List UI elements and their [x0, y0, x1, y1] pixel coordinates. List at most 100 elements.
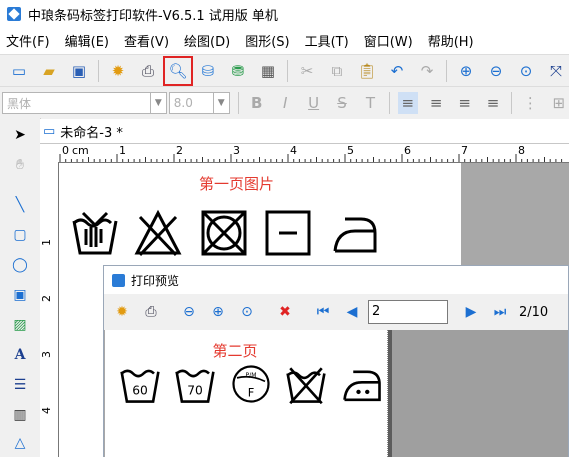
ruler-h-label: 2 — [176, 144, 183, 157]
align-center-icon[interactable]: ≡ — [426, 92, 446, 114]
text-tool-icon[interactable]: A — [9, 344, 31, 366]
save-icon[interactable]: ▣ — [68, 60, 90, 82]
menu-file[interactable]: 文件(F) — [6, 31, 50, 50]
menu-edit[interactable]: 编辑(E) — [65, 31, 109, 50]
app-logo-icon — [7, 7, 21, 21]
chevron-down-icon[interactable]: ▼ — [213, 92, 230, 114]
select-arrow-icon[interactable]: ➤ — [9, 124, 31, 146]
strikethrough-icon[interactable]: S — [332, 92, 352, 114]
zoom-out-icon[interactable]: ⊖ — [485, 60, 507, 82]
chevron-down-icon[interactable]: ▼ — [150, 92, 167, 114]
first-page-icon[interactable]: ⏮ — [312, 301, 334, 323]
window-title: 中琅条码标签打印软件-V6.5.1 试用版 单机 — [28, 8, 278, 24]
center-align-icon[interactable]: ⊞ — [549, 92, 569, 114]
zoom-in-icon[interactable]: ⊕ — [207, 301, 229, 323]
database-icon[interactable]: ⛁ — [197, 60, 219, 82]
barcode-tool-icon[interactable]: ▥ — [9, 404, 31, 426]
image-tool-icon[interactable]: ▣ — [9, 284, 31, 306]
washing-hand-icon[interactable] — [71, 209, 119, 257]
align-right-icon[interactable]: ≡ — [454, 92, 474, 114]
wash-70-icon: 70 — [175, 369, 215, 403]
distribute-icon[interactable]: ⋮ — [520, 92, 540, 114]
ruler-v-label: 3 — [40, 351, 53, 358]
zoom-out-icon[interactable]: ⊖ — [178, 301, 200, 323]
page-1-heading: 第一页图片 — [198, 175, 274, 193]
open-folder-icon[interactable]: ▰ — [38, 60, 60, 82]
preview-title: 打印预览 — [131, 273, 180, 288]
page-number-input[interactable]: 2 — [368, 300, 448, 324]
page-count: 2/10 — [519, 304, 549, 320]
menu-draw[interactable]: 绘图(D) — [184, 31, 230, 50]
document-tab-label: 未命名-3 * — [60, 125, 123, 141]
line-tool-icon[interactable]: ╲ — [9, 194, 31, 216]
page-border — [387, 330, 388, 457]
ruler-h-label: 5 — [347, 144, 354, 157]
ruler-h-label: 8 — [518, 144, 525, 157]
format-toolbar: 黑体 ▼ 8.0 ▼ B I U S T ≡ ≡ ≡ ≡ ⋮ ⊞ — [0, 86, 569, 120]
ruler-h-label: 1 — [119, 144, 126, 157]
toolbar-separator — [287, 60, 288, 82]
dry-flat-icon[interactable] — [264, 209, 312, 257]
ruler-v-label: 4 — [40, 407, 53, 414]
menu-tools[interactable]: 工具(T) — [305, 31, 349, 50]
toolbar-separator — [446, 60, 447, 82]
cut-icon[interactable]: ✂ — [296, 60, 318, 82]
database-settings-icon[interactable]: ⛃ — [227, 60, 249, 82]
new-document-icon[interactable]: ▭ — [8, 60, 30, 82]
text-style-icon[interactable]: T — [360, 92, 380, 114]
ruler-v-label: 1 — [40, 239, 53, 246]
menu-help[interactable]: 帮助(H) — [428, 31, 474, 50]
iron-medium-icon — [343, 370, 381, 402]
previous-page-icon[interactable]: ◀ — [341, 301, 363, 323]
align-justify-icon[interactable]: ≡ — [483, 92, 503, 114]
align-left-icon[interactable]: ≡ — [397, 92, 418, 114]
shape-tool-icon[interactable]: △ — [9, 432, 31, 454]
print-preview-window: 打印预览 ✹ ⎙ ⊖ ⊕ ⊙ ✖ ⏮ ◀ 2 ▶ ⏭ 2/10 第二页 60 7… — [103, 265, 569, 457]
rectangle-tool-icon[interactable]: ▢ — [9, 224, 31, 246]
iron-icon[interactable] — [331, 209, 379, 257]
zoom-fit-icon[interactable]: ⊙ — [515, 60, 537, 82]
undo-icon[interactable]: ↶ — [386, 60, 408, 82]
do-not-wash-icon — [286, 367, 326, 405]
ruler-unit: cm — [72, 144, 89, 157]
ruler-ticks — [59, 154, 563, 162]
menu-window[interactable]: 窗口(W) — [364, 31, 413, 50]
copy-icon[interactable]: ⧉ — [326, 60, 348, 82]
ruler-h-label: 3 — [233, 144, 240, 157]
do-not-tumble-dry-icon[interactable] — [200, 209, 248, 257]
print-preview-icon[interactable]: 🔍︎ — [163, 56, 193, 86]
ruler-h-label: 4 — [290, 144, 297, 157]
settings-gear-icon[interactable]: ✹ — [107, 60, 129, 82]
font-size-combo[interactable]: 8.0 — [168, 92, 214, 114]
next-page-icon[interactable]: ▶ — [460, 301, 482, 323]
wash-60-icon: 60 — [120, 369, 160, 403]
hand-pan-icon[interactable]: ✋︎ — [9, 154, 31, 176]
ruler-v-label: 2 — [40, 295, 53, 302]
print-icon[interactable]: ⎙ — [140, 301, 162, 323]
bold-icon[interactable]: B — [247, 92, 267, 114]
close-icon[interactable]: ✖ — [274, 301, 296, 323]
menu-bar: 文件(F) 编辑(E) 查看(V) 绘图(D) 图形(S) 工具(T) 窗口(W… — [0, 28, 569, 53]
rich-text-tool-icon[interactable]: ☰ — [9, 374, 31, 396]
app-logo-icon — [112, 273, 125, 287]
underline-icon[interactable]: U — [303, 92, 323, 114]
zoom-fit-icon[interactable]: ⊙ — [236, 301, 258, 323]
ellipse-tool-icon[interactable]: ◯ — [9, 254, 31, 276]
zoom-in-icon[interactable]: ⊕ — [455, 60, 477, 82]
paste-icon[interactable]: 📋︎ — [356, 60, 378, 82]
font-name-combo[interactable]: 黑体 — [2, 92, 151, 114]
settings-gear-icon[interactable]: ✹ — [111, 301, 133, 323]
fit-page-icon[interactable]: ⤧ — [545, 60, 567, 82]
grid-icon[interactable]: ▦ — [257, 60, 279, 82]
menu-shape[interactable]: 图形(S) — [245, 31, 289, 50]
do-not-bleach-icon[interactable] — [134, 209, 182, 257]
last-page-icon[interactable]: ⏭ — [489, 301, 511, 323]
print-icon[interactable]: ⎙ — [137, 60, 159, 82]
title-bar: 中琅条码标签打印软件-V6.5.1 试用版 单机 — [0, 0, 569, 28]
document-tab[interactable]: ▭ 未命名-3 * — [43, 120, 123, 142]
picture-tool-icon[interactable]: ▨ — [9, 314, 31, 336]
redo-icon[interactable]: ↷ — [416, 60, 438, 82]
main-toolbar: ▭ ▰ ▣ ✹ ⎙ 🔍︎ ⛁ ⛃ ▦ ✂ ⧉ 📋︎ ↶ ↷ ⊕ ⊖ ⊙ ⤧ — [0, 54, 569, 87]
italic-icon[interactable]: I — [275, 92, 295, 114]
menu-view[interactable]: 查看(V) — [124, 31, 169, 50]
